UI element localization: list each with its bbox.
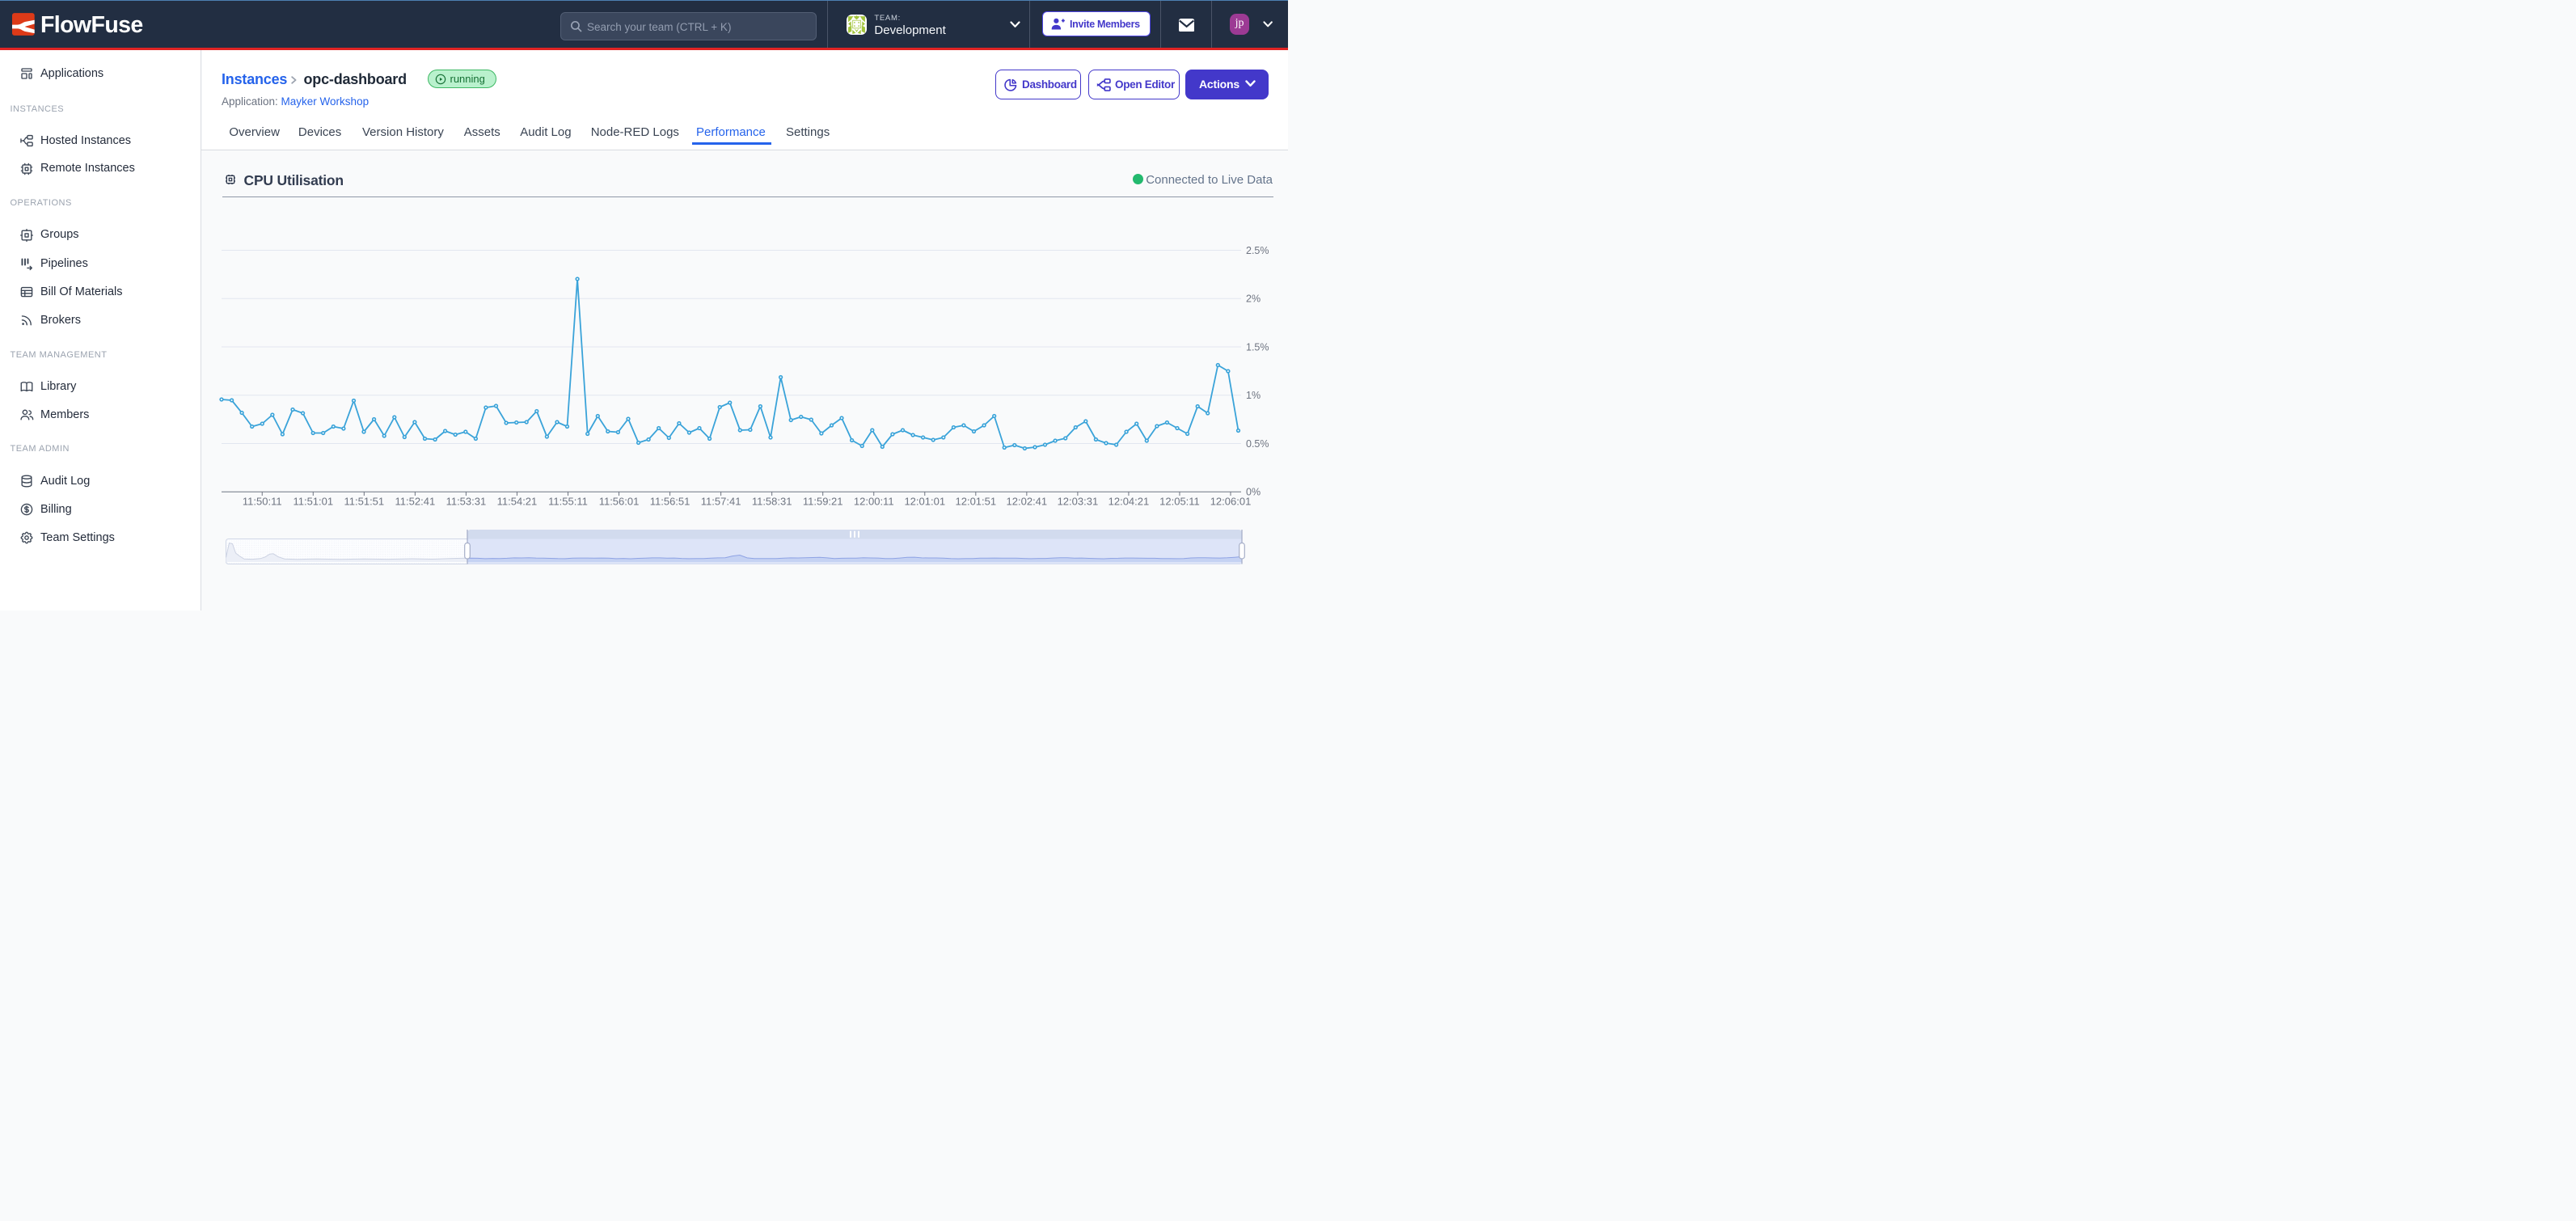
svg-text:1%: 1% [1246, 390, 1261, 401]
svg-text:11:53:31: 11:53:31 [446, 496, 487, 508]
svg-text:12:05:11: 12:05:11 [1159, 496, 1200, 508]
svg-text:2%: 2% [1246, 294, 1261, 305]
svg-text:11:56:01: 11:56:01 [599, 496, 640, 508]
svg-text:1.5%: 1.5% [1246, 341, 1269, 353]
svg-text:0.5%: 0.5% [1246, 438, 1269, 450]
svg-text:12:01:01: 12:01:01 [904, 496, 945, 508]
svg-text:2.5%: 2.5% [1246, 245, 1269, 256]
svg-text:12:02:41: 12:02:41 [1007, 496, 1048, 508]
svg-text:11:55:11: 11:55:11 [548, 496, 588, 508]
svg-text:11:54:21: 11:54:21 [497, 496, 538, 508]
svg-text:11:57:41: 11:57:41 [701, 496, 741, 508]
svg-text:11:52:41: 11:52:41 [395, 496, 436, 508]
svg-text:11:59:21: 11:59:21 [803, 496, 843, 508]
svg-text:12:06:01: 12:06:01 [1210, 496, 1252, 508]
svg-text:11:50:11: 11:50:11 [243, 496, 282, 508]
svg-text:11:56:51: 11:56:51 [650, 496, 690, 508]
svg-text:11:51:01: 11:51:01 [293, 496, 333, 508]
svg-text:11:51:51: 11:51:51 [344, 496, 385, 508]
svg-text:12:01:51: 12:01:51 [956, 496, 997, 508]
svg-text:12:03:31: 12:03:31 [1058, 496, 1099, 508]
svg-text:12:00:11: 12:00:11 [854, 496, 894, 508]
svg-text:11:58:31: 11:58:31 [752, 496, 792, 508]
svg-text:12:04:21: 12:04:21 [1109, 496, 1150, 508]
